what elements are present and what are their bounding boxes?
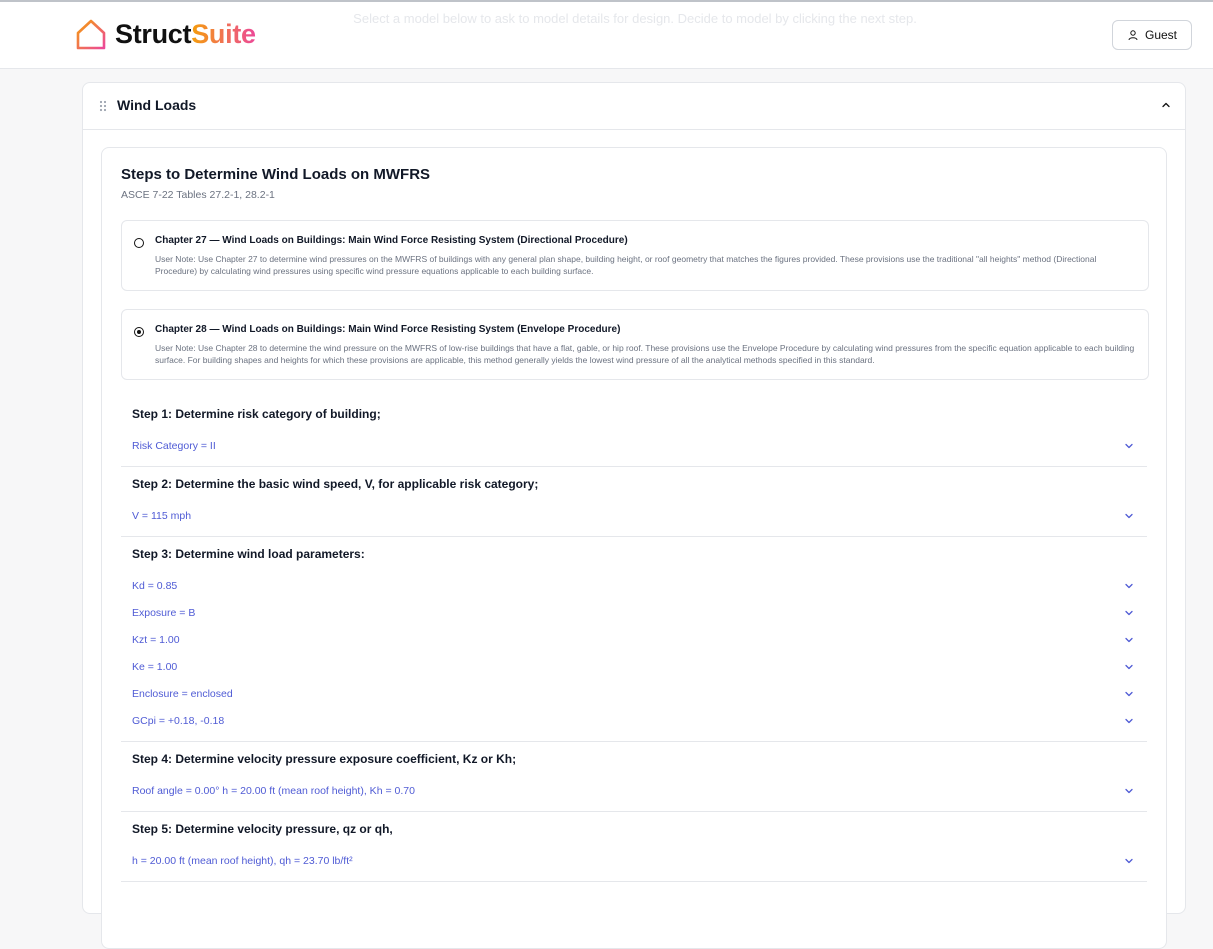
step-3-title: Step 3: Determine wind load parameters:: [132, 547, 365, 561]
user-icon: [1128, 30, 1138, 41]
app-header: StructSuite Select a model below to ask …: [0, 2, 1213, 69]
guest-label: Guest: [1144, 28, 1177, 42]
chevron-down-icon[interactable]: [1124, 662, 1134, 672]
step-row-value: Exposure = B: [132, 607, 196, 619]
step-row-value: Risk Category = II: [132, 440, 216, 452]
divider: [121, 881, 1147, 882]
step-row[interactable]: GCpi = +0.18, -0.18: [132, 712, 1134, 730]
step-row[interactable]: Kzt = 1.00: [132, 631, 1134, 649]
card-subtitle: ASCE 7-22 Tables 27.2-1, 28.2-1: [121, 189, 275, 201]
header-ghost-text: Select a model below to ask to model det…: [353, 11, 917, 26]
chevron-down-icon[interactable]: [1124, 716, 1134, 726]
option-note: User Note: Use Chapter 28 to determine t…: [155, 343, 1135, 365]
step-row[interactable]: Exposure = B: [132, 604, 1134, 622]
step-row-value: h = 20.00 ft (mean roof height), qh = 23…: [132, 855, 353, 867]
step-2-title: Step 2: Determine the basic wind speed, …: [132, 477, 539, 491]
brand-name-part2: Suite: [191, 19, 256, 49]
radio-chapter-27[interactable]: [134, 238, 144, 248]
chevron-down-icon[interactable]: [1124, 635, 1134, 645]
divider: [121, 811, 1147, 812]
wind-loads-panel: Wind Loads Steps to Determine Wind Loads…: [82, 82, 1186, 949]
step-row-value: V = 115 mph: [132, 510, 192, 522]
divider: [121, 741, 1147, 742]
radio-chapter-28[interactable]: [134, 327, 144, 337]
step-4-title: Step 4: Determine velocity pressure expo…: [132, 752, 517, 766]
chevron-down-icon[interactable]: [1124, 441, 1134, 451]
brand-name-part1: Struct: [115, 19, 192, 49]
step-row-value: Kd = 0.85: [132, 580, 178, 592]
step-row[interactable]: Kd = 0.85: [132, 577, 1134, 595]
step-5-title: Step 5: Determine velocity pressure, qz …: [132, 822, 393, 836]
house-logo-icon: [76, 19, 106, 50]
chevron-down-icon[interactable]: [1124, 511, 1134, 521]
logo[interactable]: StructSuite: [75, 18, 256, 50]
step-row[interactable]: Ke = 1.00: [132, 658, 1134, 676]
option-title: Chapter 28 — Wind Loads on Buildings: Ma…: [155, 324, 621, 335]
chevron-down-icon[interactable]: [1124, 856, 1134, 866]
panel-title: Wind Loads: [117, 97, 197, 113]
divider: [121, 536, 1147, 537]
chevron-down-icon[interactable]: [1124, 689, 1134, 699]
mwfrs-steps-card: Steps to Determine Wind Loads on MWFRS A…: [101, 147, 1167, 949]
step-row[interactable]: Risk Category = II: [132, 437, 1134, 455]
step-1-title: Step 1: Determine risk category of build…: [132, 407, 381, 421]
panel-header[interactable]: Wind Loads: [83, 83, 1185, 130]
step-row-value: Enclosure = enclosed: [132, 688, 233, 700]
step-row[interactable]: Enclosure = enclosed: [132, 685, 1134, 703]
option-chapter-28[interactable]: Chapter 28 — Wind Loads on Buildings: Ma…: [121, 309, 1149, 380]
guest-button[interactable]: Guest: [1112, 20, 1192, 50]
chevron-down-icon[interactable]: [1124, 608, 1134, 618]
option-chapter-27[interactable]: Chapter 27 — Wind Loads on Buildings: Ma…: [121, 220, 1149, 291]
option-title: Chapter 27 — Wind Loads on Buildings: Ma…: [155, 235, 628, 246]
chevron-down-icon[interactable]: [1124, 786, 1134, 796]
step-row-value: Ke = 1.00: [132, 661, 178, 673]
divider: [121, 466, 1147, 467]
step-row-value: Roof angle = 0.00° h = 20.00 ft (mean ro…: [132, 785, 415, 797]
step-row[interactable]: h = 20.00 ft (mean roof height), qh = 23…: [132, 852, 1134, 870]
option-note: User Note: Use Chapter 27 to determine w…: [155, 254, 1097, 276]
step-row-value: Kzt = 1.00: [132, 634, 180, 646]
chevron-up-icon[interactable]: [1161, 100, 1171, 110]
brand-name: StructSuite: [115, 18, 256, 50]
drag-handle-icon[interactable]: [99, 100, 107, 112]
step-row[interactable]: V = 115 mph: [132, 507, 1134, 525]
card-title: Steps to Determine Wind Loads on MWFRS: [121, 166, 431, 183]
step-row-value: GCpi = +0.18, -0.18: [132, 715, 225, 727]
chevron-down-icon[interactable]: [1124, 581, 1134, 591]
step-row[interactable]: Roof angle = 0.00° h = 20.00 ft (mean ro…: [132, 782, 1134, 800]
